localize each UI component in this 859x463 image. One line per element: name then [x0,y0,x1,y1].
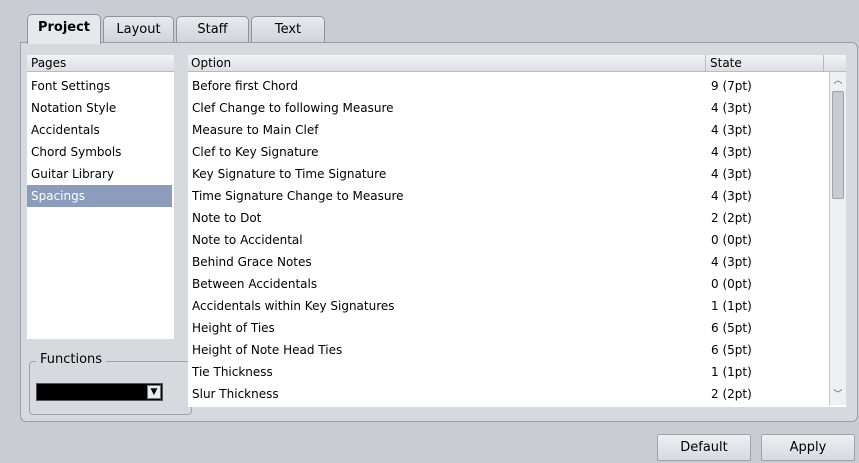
option-name: Height of Ties [192,321,275,335]
option-state: 4 (3pt) [711,167,752,181]
functions-label: Functions [36,351,107,369]
table-row[interactable]: Time Signature Change to Measure 4 (3pt) [188,185,821,207]
tab-project[interactable]: Project [27,14,101,44]
option-name: Clef to Key Signature [192,145,319,159]
table-row[interactable]: Key Signature to Time Signature 4 (3pt) [188,163,821,185]
page-item-notation-style[interactable]: Notation Style [27,97,172,119]
option-name: Before first Chord [192,79,298,93]
options-scrollbar[interactable]: ︿ ﹀ [829,72,846,405]
option-name: Note to Dot [192,211,262,225]
functions-dropdown[interactable]: ▼ [36,383,163,401]
chevron-down-icon[interactable]: ▼ [147,385,161,399]
table-row[interactable]: Height of Ties 6 (5pt) [188,317,821,339]
option-state: 4 (3pt) [711,123,752,137]
option-name: Accidentals within Key Signatures [192,299,395,313]
table-row[interactable]: Clef Change to following Measure 4 (3pt) [188,97,821,119]
table-row[interactable]: Behind Grace Notes 4 (3pt) [188,251,821,273]
default-button[interactable]: Default [657,434,751,461]
option-state: 1 (1pt) [711,365,752,379]
table-row[interactable]: Clef to Key Signature 4 (3pt) [188,141,821,163]
option-state: 2 (2pt) [711,211,752,225]
page-item-accidentals[interactable]: Accidentals [27,119,172,141]
table-row[interactable]: Slur Thickness 2 (2pt) [188,383,821,405]
tab-text[interactable]: Text [251,16,325,42]
option-name: Slur Thickness [192,387,279,401]
chevron-up-icon[interactable]: ︿ [832,74,844,88]
option-state: 0 (0pt) [711,233,752,247]
page-item-guitar-library[interactable]: Guitar Library [27,163,172,185]
option-state: 4 (3pt) [711,145,752,159]
option-state: 0 (0pt) [711,277,752,291]
table-row[interactable]: Measure to Main Clef 4 (3pt) [188,119,821,141]
option-state: 2 (2pt) [711,387,752,401]
option-name: Between Accidentals [192,277,318,291]
tab-layout[interactable]: Layout [103,16,174,42]
option-column-header[interactable]: Option [188,55,706,72]
option-name: Behind Grace Notes [192,255,312,269]
table-row[interactable]: Height of Note Head Ties 6 (5pt) [188,339,821,361]
tab-bar: Project Layout Staff Text [0,0,859,44]
option-name: Time Signature Change to Measure [192,189,404,203]
header-filler [824,55,846,72]
chevron-down-icon[interactable]: ﹀ [832,388,844,402]
option-state: 9 (7pt) [711,79,752,93]
option-name: Tie Thickness [192,365,273,379]
pages-header: Pages [27,55,174,72]
page-item-spacings[interactable]: Spacings [27,185,172,207]
options-table[interactable]: Option State Before first Chord 9 (7pt) C… [188,55,846,407]
table-row[interactable]: Tie Thickness 1 (1pt) [188,361,821,383]
option-state: 6 (5pt) [711,321,752,335]
option-state: 4 (3pt) [711,101,752,115]
table-row[interactable]: Note to Dot 2 (2pt) [188,207,821,229]
option-state: 4 (3pt) [711,189,752,203]
table-row[interactable]: Between Accidentals 0 (0pt) [188,273,821,295]
option-name: Height of Note Head Ties [192,343,343,357]
apply-button[interactable]: Apply [761,434,855,461]
option-name: Note to Accidental [192,233,303,247]
pages-list[interactable]: Pages Font Settings Notation Style Accid… [27,55,174,339]
state-column-header[interactable]: State [706,55,824,72]
option-state: 6 (5pt) [711,343,752,357]
option-state: 1 (1pt) [711,299,752,313]
scrollbar-thumb[interactable] [832,91,844,199]
table-row[interactable]: Before first Chord 9 (7pt) [188,75,821,97]
page-item-chord-symbols[interactable]: Chord Symbols [27,141,172,163]
tab-staff[interactable]: Staff [176,16,249,42]
option-name: Key Signature to Time Signature [192,167,387,181]
table-row[interactable]: Note to Accidental 0 (0pt) [188,229,821,251]
page-item-font-settings[interactable]: Font Settings [27,75,172,97]
option-name: Clef Change to following Measure [192,101,394,115]
option-state: 4 (3pt) [711,255,752,269]
table-row[interactable]: Accidentals within Key Signatures 1 (1pt) [188,295,821,317]
option-name: Measure to Main Clef [192,123,319,137]
